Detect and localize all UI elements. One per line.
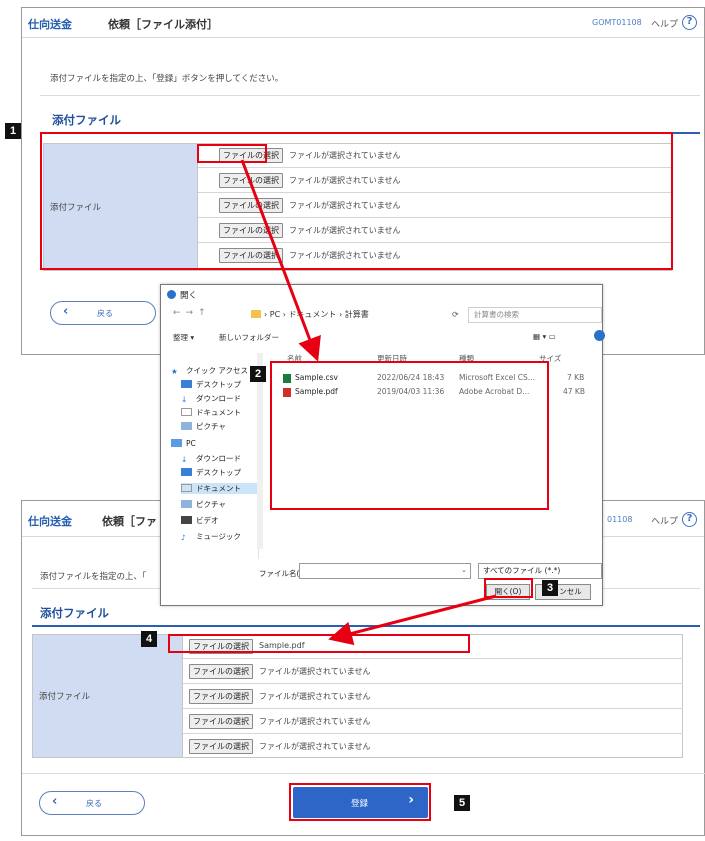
arrow-open-to-field — [328, 594, 497, 646]
annotation-arrows — [240, 159, 497, 646]
arrow-button-to-file — [240, 159, 321, 362]
